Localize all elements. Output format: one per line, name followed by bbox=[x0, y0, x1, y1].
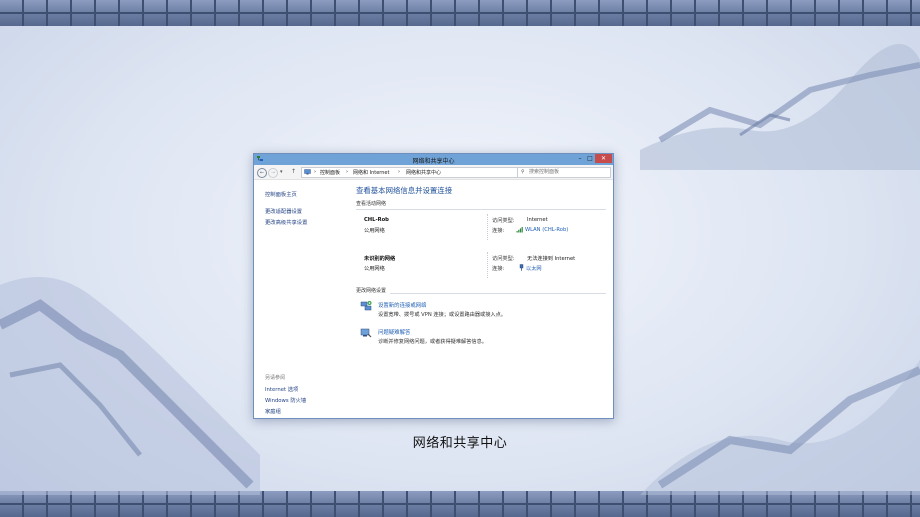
section-divider bbox=[356, 209, 606, 210]
breadcrumb-network-internet[interactable]: 网络和 Internet bbox=[353, 169, 389, 176]
address-field[interactable]: › 控制面板 › 网络和 Internet › 网络和共享中心 ▾ ↻ bbox=[301, 167, 554, 178]
change-settings-heading: 更改网络设置 bbox=[356, 288, 387, 294]
great-wall-illustration-bottom-right bbox=[640, 360, 920, 495]
brick-border-top bbox=[0, 0, 920, 26]
sidebar-link-windows-firewall[interactable]: Windows 防火墙 bbox=[265, 396, 306, 404]
column-divider bbox=[487, 214, 488, 240]
sidebar: 控制面板主页 更改适配器设置 更改高级共享设置 另请参阅 Internet 选项… bbox=[254, 180, 348, 418]
breadcrumb-separator: › bbox=[346, 169, 348, 175]
network-category: 公用网络 bbox=[364, 228, 385, 234]
setup-new-connection-description: 设置宽带、拨号或 VPN 连接；或设置路由器或接入点。 bbox=[378, 312, 506, 318]
maximize-button[interactable]: □ bbox=[585, 154, 595, 163]
breadcrumb-separator: › bbox=[314, 169, 316, 175]
setup-new-connection-link[interactable]: 设置新的连接或网络 bbox=[378, 301, 427, 309]
active-networks-heading: 查看活动网络 bbox=[356, 201, 387, 207]
slide-caption: 网络和共享中心 bbox=[412, 436, 508, 451]
address-bar: ← → ▾ ↑ › 控制面板 › 网络和 Internet › 网络和共享中心 … bbox=[254, 165, 613, 180]
network-name: 未识别的网络 bbox=[364, 256, 396, 262]
sidebar-link-internet-options[interactable]: Internet 选项 bbox=[265, 385, 298, 393]
access-type-value: Internet bbox=[527, 217, 548, 223]
connection-label: 连接: bbox=[492, 266, 505, 272]
troubleshoot-icon bbox=[360, 328, 372, 338]
network-category: 公用网络 bbox=[364, 266, 385, 272]
new-connection-icon bbox=[360, 301, 372, 311]
ethernet-icon bbox=[519, 264, 524, 271]
up-arrow-icon[interactable]: ↑ bbox=[291, 168, 296, 175]
search-box[interactable]: ⚲ bbox=[517, 167, 611, 178]
column-divider bbox=[487, 252, 488, 278]
great-wall-illustration-bottom-left bbox=[0, 277, 260, 495]
troubleshoot-problems-link[interactable]: 问题疑难解答 bbox=[378, 328, 410, 336]
control-panel-icon bbox=[304, 169, 311, 175]
breadcrumb-network-sharing-center[interactable]: 网络和共享中心 bbox=[406, 169, 441, 176]
sidebar-link-homegroup[interactable]: 家庭组 bbox=[265, 407, 281, 415]
close-button[interactable]: ✕ bbox=[595, 154, 612, 163]
network-sharing-center-window: 网络和共享中心 – □ ✕ ← → ▾ ↑ › 控制面板 › 网络和 Inter… bbox=[253, 153, 614, 419]
access-type-value: 无法连接到 Internet bbox=[527, 256, 576, 262]
forward-arrow-icon[interactable]: → bbox=[268, 168, 278, 178]
page-title: 查看基本网络信息并设置连接 bbox=[356, 186, 453, 195]
connection-ethernet-link[interactable]: 以太网 bbox=[526, 265, 542, 272]
recent-pages-chevron-icon[interactable]: ▾ bbox=[280, 169, 283, 175]
section-divider bbox=[390, 293, 606, 294]
connection-label: 连接: bbox=[492, 228, 505, 234]
breadcrumb-control-panel[interactable]: 控制面板 bbox=[320, 169, 340, 176]
access-type-label: 访问类型: bbox=[492, 218, 515, 224]
sidebar-link-change-advanced-sharing[interactable]: 更改高级共享设置 bbox=[265, 218, 307, 226]
see-also-label: 另请参阅 bbox=[265, 375, 286, 381]
network-name: CHL-Rob bbox=[364, 217, 389, 223]
search-icon: ⚲ bbox=[521, 169, 525, 175]
troubleshoot-problems-description: 诊断并修复网络问题，或者获得疑难解答信息。 bbox=[378, 339, 487, 345]
search-input[interactable] bbox=[529, 168, 607, 176]
sidebar-link-change-adapter-settings[interactable]: 更改适配器设置 bbox=[265, 207, 302, 215]
back-arrow-icon[interactable]: ← bbox=[257, 168, 267, 178]
wifi-signal-icon bbox=[516, 227, 523, 233]
sidebar-link-control-panel-home[interactable]: 控制面板主页 bbox=[265, 190, 297, 198]
main-content: 查看基本网络信息并设置连接 查看活动网络 CHL-Rob 公用网络 访问类型: … bbox=[350, 180, 612, 418]
great-wall-illustration-top-right bbox=[640, 44, 920, 170]
access-type-label: 访问类型: bbox=[492, 256, 515, 262]
breadcrumb-separator: › bbox=[398, 169, 400, 175]
connection-wlan-link[interactable]: WLAN (CHL-Rob) bbox=[525, 227, 568, 233]
title-bar[interactable]: 网络和共享中心 – □ ✕ bbox=[254, 154, 613, 165]
minimize-button[interactable]: – bbox=[575, 154, 585, 163]
window-title: 网络和共享中心 bbox=[412, 158, 455, 165]
